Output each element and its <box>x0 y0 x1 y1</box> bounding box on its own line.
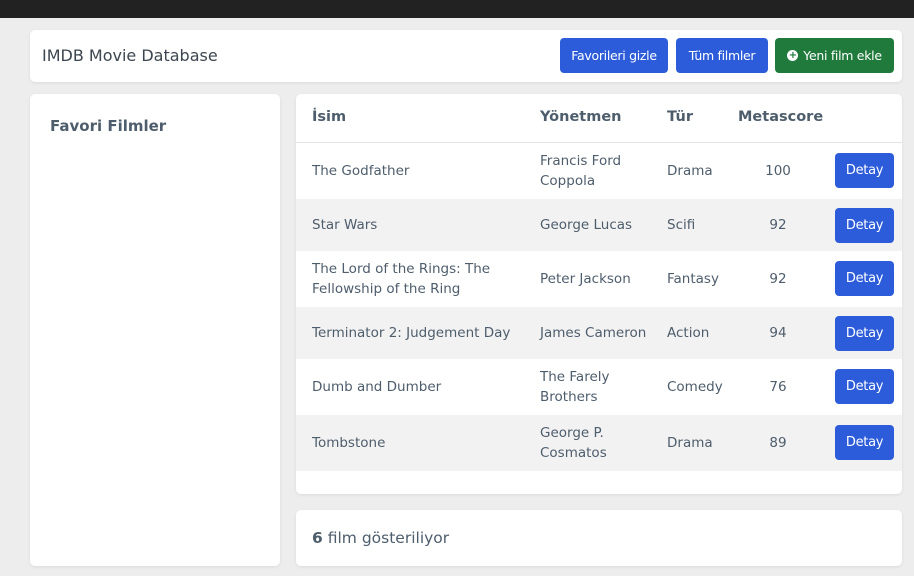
plus-circle-icon: + <box>787 49 799 61</box>
add-movie-button[interactable]: + Yeni film ekle <box>775 38 894 73</box>
all-movies-button[interactable]: Tüm filmler <box>676 38 768 73</box>
table-row: Terminator 2: Judgement Day James Camero… <box>296 307 902 359</box>
header-card: IMDB Movie Database Favorileri gizle Tüm… <box>30 30 902 82</box>
movie-director: George P. Cosmatos <box>540 425 607 461</box>
movie-name: Terminator 2: Judgement Day <box>312 325 511 341</box>
add-movie-label: Yeni film ekle <box>803 48 882 63</box>
movie-name: Star Wars <box>312 217 378 233</box>
results-count: 6 <box>312 529 323 547</box>
movies-table: İsim Yönetmen Tür Metascore The Godfathe… <box>296 94 902 494</box>
movie-metascore: 89 <box>769 435 787 451</box>
movie-genre: Fantasy <box>667 271 719 287</box>
top-navbar <box>0 0 914 18</box>
movie-name: The Lord of the Rings: The Fellowship of… <box>312 261 491 297</box>
detail-button[interactable]: Detay <box>835 425 894 460</box>
movie-name: The Godfather <box>312 163 410 179</box>
movie-metascore: 92 <box>769 217 787 233</box>
table-row: The Lord of the Rings: The Fellowship of… <box>296 251 902 307</box>
detail-button[interactable]: Detay <box>835 369 894 404</box>
app-title: IMDB Movie Database <box>42 46 218 65</box>
favorites-panel: Favori Filmler <box>30 94 280 566</box>
column-header-name: İsim <box>312 109 347 125</box>
detail-button[interactable]: Detay <box>835 261 894 296</box>
table-row: Tombstone George P. Cosmatos Drama 89 De… <box>296 415 902 471</box>
movie-director: Francis Ford Coppola <box>540 153 622 189</box>
results-suffix: film gösteriliyor <box>322 529 450 547</box>
movie-genre: Scifi <box>667 217 696 233</box>
movie-metascore: 92 <box>769 271 787 287</box>
movie-director: George Lucas <box>540 217 633 233</box>
table-row: Dumb and Dumber The Farely Brothers Come… <box>296 359 902 415</box>
detail-button[interactable]: Detay <box>835 316 894 351</box>
column-header-genre: Tür <box>667 109 693 125</box>
table-row: The Godfather Francis Ford Coppola Drama… <box>296 143 902 199</box>
column-header-metascore: Metascore <box>738 109 824 125</box>
movie-genre: Drama <box>667 435 713 451</box>
movie-genre: Comedy <box>667 379 723 395</box>
results-footer: 6 film gösteriliyor <box>296 510 902 566</box>
movie-metascore: 94 <box>769 325 787 341</box>
detail-button[interactable]: Detay <box>835 153 894 188</box>
column-header-director: Yönetmen <box>540 109 622 125</box>
results-count-text: 6 film gösteriliyor <box>312 529 449 547</box>
movie-metascore: 76 <box>769 379 787 395</box>
detail-button[interactable]: Detay <box>835 208 894 243</box>
table-row: Star Wars George Lucas Scifi 92 Detay <box>296 199 902 251</box>
movie-director: Peter Jackson <box>540 271 631 287</box>
hide-favorites-button[interactable]: Favorileri gizle <box>560 38 668 73</box>
movie-director: The Farely Brothers <box>540 369 610 405</box>
movie-genre: Action <box>667 325 710 341</box>
movie-name: Dumb and Dumber <box>312 379 442 395</box>
movie-genre: Drama <box>667 163 713 179</box>
movie-metascore: 100 <box>765 163 791 179</box>
movie-director: James Cameron <box>540 325 647 341</box>
movie-name: Tombstone <box>312 435 386 451</box>
favorites-title: Favori Filmler <box>50 117 167 135</box>
